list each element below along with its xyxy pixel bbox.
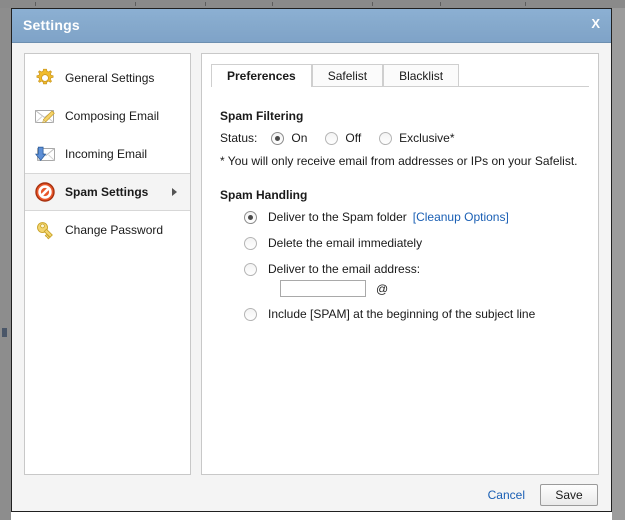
status-label: Status: xyxy=(220,131,258,145)
dialog-footer: Cancel Save xyxy=(12,478,611,511)
tab-preferences[interactable]: Preferences xyxy=(211,64,312,87)
radio-status-off-label: Off xyxy=(345,131,362,145)
settings-content-panel: Preferences Safelist Blacklist Spam Filt… xyxy=(201,53,599,475)
radio-delete-immediately[interactable] xyxy=(244,236,257,250)
spam-handling-option-include-spam-subject[interactable]: Include [SPAM] at the beginning of the s… xyxy=(244,307,598,321)
tab-bar: Preferences Safelist Blacklist xyxy=(211,63,598,87)
radio-status-off[interactable] xyxy=(325,131,339,145)
sidebar-item-spam-settings[interactable]: Spam Settings xyxy=(25,173,190,211)
spam-email-address-row: @ xyxy=(280,280,598,297)
dialog-title: Settings xyxy=(23,17,80,33)
sidebar-item-label: General Settings xyxy=(65,71,155,85)
radio-status-on-label: On xyxy=(291,131,308,145)
background-left-gutter xyxy=(0,8,11,520)
envelope-pencil-icon xyxy=(34,105,56,127)
spam-email-input[interactable] xyxy=(280,280,366,297)
tab-blacklist[interactable]: Blacklist xyxy=(383,64,460,87)
radio-status-exclusive[interactable] xyxy=(379,131,393,145)
spam-filtering-status-row: Status: On Off Exclusive* xyxy=(220,131,598,145)
radio-status-on[interactable] xyxy=(271,131,285,145)
settings-dialog: Settings X General Settings Composing Em… xyxy=(11,8,612,512)
chevron-right-icon xyxy=(172,188,177,196)
at-sign-label: @ xyxy=(376,281,389,296)
cancel-button[interactable]: Cancel xyxy=(488,488,525,502)
spam-handling-option-deliver-spam-folder[interactable]: Deliver to the Spam folder [Cleanup Opti… xyxy=(244,210,598,224)
gear-icon xyxy=(34,67,56,89)
spam-filtering-section: Spam Filtering Status: On Off Exclusive*… xyxy=(220,109,598,168)
spam-handling-option-delete-immediately[interactable]: Delete the email immediately xyxy=(244,236,598,250)
sidebar-item-change-password[interactable]: Change Password xyxy=(25,211,190,249)
settings-sidebar: General Settings Composing Email Incomin… xyxy=(24,53,191,475)
spam-filtering-title: Spam Filtering xyxy=(220,109,304,123)
sidebar-item-label: Composing Email xyxy=(65,109,160,123)
sidebar-item-label: Spam Settings xyxy=(65,185,149,199)
spam-handling-option-deliver-email-address[interactable]: Deliver to the email address: xyxy=(244,262,598,276)
cleanup-options-link[interactable]: [Cleanup Options] xyxy=(413,210,509,224)
preferences-panel: Spam Filtering Status: On Off Exclusive*… xyxy=(202,87,598,321)
sidebar-item-incoming-email[interactable]: Incoming Email xyxy=(25,135,190,173)
sidebar-item-composing-email[interactable]: Composing Email xyxy=(25,97,190,135)
radio-deliver-spam-folder-label: Deliver to the Spam folder xyxy=(268,210,407,224)
background-right-gutter xyxy=(612,8,625,520)
radio-include-spam-subject-label: Include [SPAM] at the beginning of the s… xyxy=(268,307,536,321)
radio-delete-immediately-label: Delete the email immediately xyxy=(268,236,423,250)
sidebar-item-label: Incoming Email xyxy=(65,147,148,161)
radio-deliver-email-address-label: Deliver to the email address: xyxy=(268,262,421,276)
sidebar-item-general-settings[interactable]: General Settings xyxy=(25,59,190,97)
background-bottom-gutter xyxy=(11,512,612,520)
background-left-marker xyxy=(2,328,7,337)
no-entry-icon xyxy=(34,181,56,203)
background-ruler xyxy=(0,0,625,8)
save-button[interactable]: Save xyxy=(540,483,598,506)
close-icon[interactable]: X xyxy=(591,17,600,31)
spam-filtering-note: * You will only receive email from addre… xyxy=(220,154,578,168)
radio-include-spam-subject[interactable] xyxy=(244,307,257,321)
radio-deliver-email-address[interactable] xyxy=(244,262,257,276)
tab-safelist[interactable]: Safelist xyxy=(311,64,384,87)
sidebar-item-label: Change Password xyxy=(65,223,164,237)
spam-handling-title: Spam Handling xyxy=(220,188,308,202)
dialog-body: General Settings Composing Email Incomin… xyxy=(12,43,611,479)
envelope-download-icon xyxy=(34,143,56,165)
spam-handling-section: Spam Handling Deliver to the Spam folder… xyxy=(220,188,598,321)
key-icon xyxy=(34,219,56,241)
radio-status-exclusive-label: Exclusive* xyxy=(399,131,455,145)
radio-deliver-spam-folder[interactable] xyxy=(244,210,257,224)
dialog-titlebar: Settings X xyxy=(12,9,611,43)
